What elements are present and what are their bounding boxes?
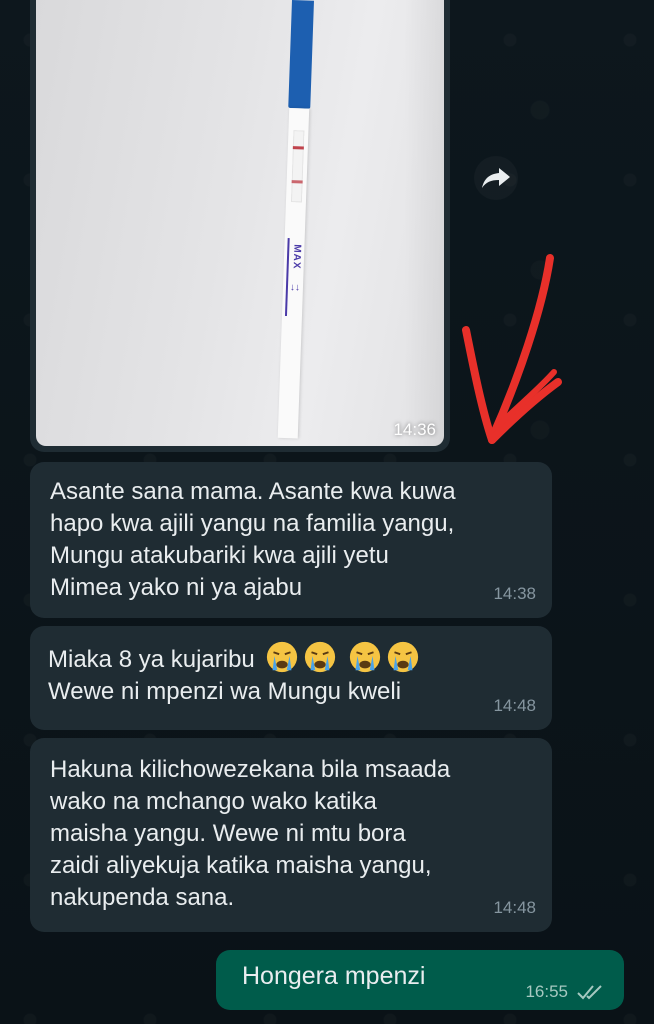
message-time: 14:36 [393,420,436,439]
crying-face-emoji [349,641,381,673]
double-check-icon [577,985,602,1000]
incoming-message[interactable]: Asante sana mama. Asante kwa kuwa hapo k… [30,462,552,618]
test-line [291,180,303,184]
control-line [292,146,304,150]
result-window [290,130,305,203]
message-text: Hakuna kilichowezekana bila msaada wako … [50,756,451,911]
outgoing-message[interactable]: Hongera mpenzi 16:55 [216,950,624,1010]
red-arrow-annotation [462,254,562,444]
incoming-message[interactable]: Hakuna kilichowezekana bila msaada wako … [30,738,552,932]
message-text-line1: Miaka 8 ya kujaribu [48,640,534,676]
message-text: Hongera mpenzi [242,962,426,990]
forward-icon [482,168,510,188]
pregnancy-test-photo[interactable]: MAX ↓↓ [36,0,444,446]
message-text: Asante sana mama. Asante kwa kuwa hapo k… [50,478,456,601]
message-text-line2: Wewe ni mpenzi wa Mungu kweli [48,678,402,705]
max-marker: MAX ↓↓ [284,237,304,317]
crying-face-emoji [267,641,298,673]
message-time: 14:38 [493,584,536,603]
crying-face-emoji [387,641,419,673]
image-message[interactable]: MAX ↓↓ 14:36 [30,0,450,452]
message-time: 16:55 [525,982,568,1001]
crying-face-emoji [305,641,336,673]
test-strip: MAX ↓↓ [277,0,314,440]
forward-button[interactable] [474,156,518,200]
message-time: 14:48 [493,898,536,917]
message-time: 14:48 [493,696,536,715]
incoming-message[interactable]: Miaka 8 ya kujaribu Wewe ni mpenzi wa Mu… [30,626,552,730]
